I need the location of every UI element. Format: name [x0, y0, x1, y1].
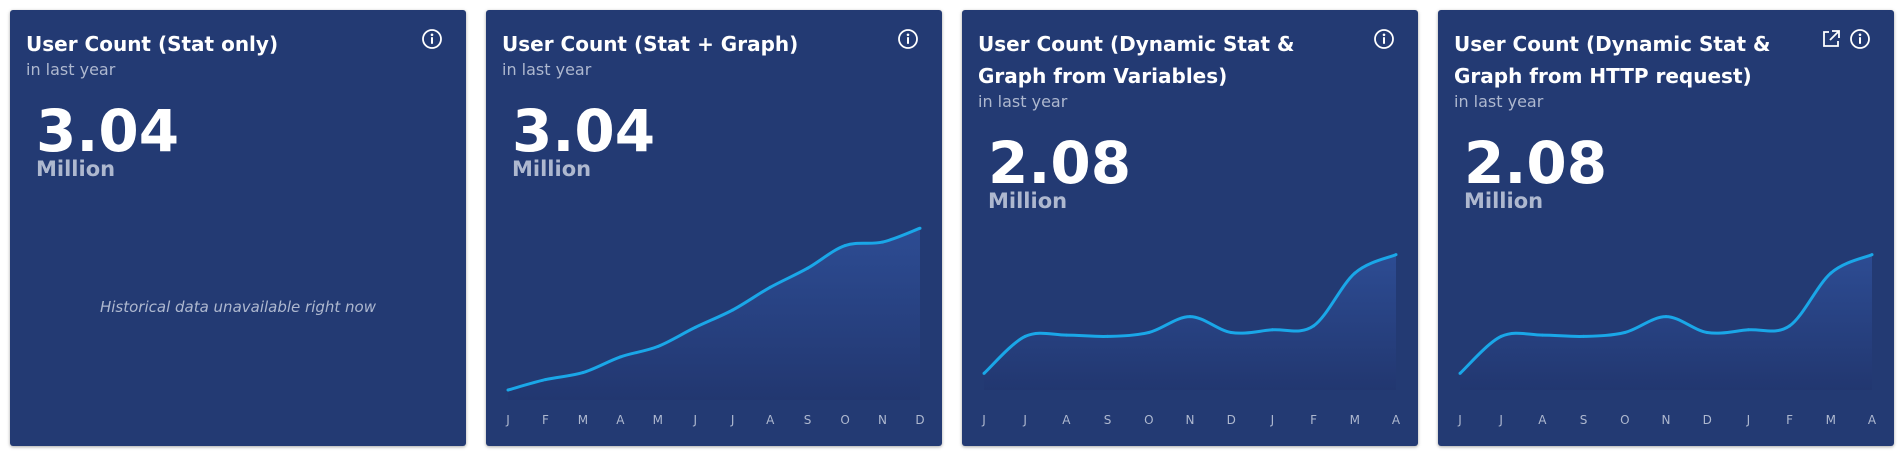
chart-data-point	[1582, 334, 1586, 338]
x-tick-label: A	[1538, 413, 1547, 427]
chart-data-point	[1664, 315, 1668, 319]
chart-data-point	[1540, 333, 1544, 337]
stat-card-stat-only: User Count (Stat only) in last year 3.04…	[10, 10, 466, 446]
info-icon[interactable]	[420, 27, 444, 51]
x-tick-label: A	[1868, 413, 1877, 427]
x-tick-label: O	[840, 413, 849, 427]
x-tick-label: D	[915, 413, 924, 427]
chart-area-fill	[984, 254, 1396, 390]
x-tick-label: A	[1062, 413, 1071, 427]
chart-data-point	[1705, 331, 1709, 334]
x-tick-label: N	[1662, 413, 1671, 427]
x-tick-label: A	[766, 413, 775, 427]
stat-card-dynamic-http: User Count (Dynamic Stat & Graph from HT…	[1438, 10, 1894, 446]
chart-data-point	[544, 378, 547, 382]
chart-data-point	[1188, 315, 1192, 319]
chart-data-point	[843, 244, 847, 248]
x-tick-label: M	[1826, 413, 1836, 427]
chart-data-point	[1870, 253, 1874, 257]
x-tick-label: J	[693, 413, 698, 427]
x-tick-label: S	[804, 413, 812, 427]
chart-data-point	[768, 285, 772, 289]
chart-area-fill	[1460, 254, 1872, 390]
chart-data-point	[881, 240, 884, 244]
chart-data-point	[693, 325, 697, 329]
x-tick-label: S	[1580, 413, 1588, 427]
chart-data-point	[1023, 334, 1027, 338]
stat-value: 3.04	[36, 97, 180, 165]
chart-data-point	[918, 226, 922, 230]
x-tick-label: D	[1703, 413, 1712, 427]
sparkline-chart: JJASONDJFMA	[981, 253, 1401, 427]
sparkline-chart: JFMAMJJASOND	[505, 226, 925, 427]
chart-data-point	[1499, 334, 1503, 338]
x-tick-label: M	[1350, 413, 1360, 427]
chart-data-point	[656, 345, 660, 348]
chart-data-point	[1106, 334, 1110, 338]
stat-unit: Million	[36, 157, 116, 181]
chart-data-point	[1229, 331, 1233, 334]
chart-data-point	[982, 371, 986, 375]
chart-data-point	[1829, 271, 1833, 275]
chart-data-point	[581, 371, 585, 375]
x-tick-label: N	[1186, 413, 1195, 427]
chart-data-point	[1788, 324, 1792, 328]
x-tick-label: J	[1022, 413, 1027, 427]
chart-data-point	[506, 388, 510, 392]
x-tick-label: S	[1104, 413, 1112, 427]
chart-data-point	[1394, 253, 1398, 257]
x-tick-label: J	[1457, 413, 1462, 427]
stat-card-dynamic-variables: User Count (Dynamic Stat & Graph from Va…	[962, 10, 1418, 446]
x-tick-label: D	[1227, 413, 1236, 427]
chart-data-point	[806, 266, 810, 270]
card-subtitle: in last year	[26, 60, 116, 79]
x-tick-label: J	[981, 413, 986, 427]
card-title: User Count (Stat only)	[26, 32, 279, 56]
chart-data-point	[1746, 328, 1750, 332]
sparkline-chart: JJASONDJFMA	[1457, 253, 1877, 427]
x-tick-label: M	[578, 413, 588, 427]
chart-data-point	[731, 308, 735, 312]
x-tick-label: J	[1498, 413, 1503, 427]
x-tick-label: M	[653, 413, 663, 427]
x-tick-label: J	[505, 413, 510, 427]
x-tick-label: J	[730, 413, 735, 427]
x-tick-label: A	[616, 413, 625, 427]
chart-data-point	[1064, 333, 1068, 337]
chart-data-point	[1312, 324, 1316, 328]
x-tick-label: O	[1144, 413, 1153, 427]
chart-data-point	[1458, 371, 1462, 375]
empty-chart-message: Historical data unavailable right now	[99, 298, 377, 316]
x-tick-label: O	[1620, 413, 1629, 427]
chart-data-point	[1147, 331, 1151, 334]
x-tick-label: F	[542, 413, 549, 427]
x-tick-label: A	[1392, 413, 1401, 427]
chart-data-point	[1353, 271, 1357, 275]
chart-data-point	[1270, 328, 1274, 332]
x-tick-label: F	[1786, 413, 1793, 427]
x-tick-label: J	[1270, 413, 1275, 427]
x-tick-label: F	[1310, 413, 1317, 427]
x-tick-label: N	[878, 413, 887, 427]
chart-data-point	[618, 355, 622, 359]
chart-data-point	[1623, 331, 1627, 334]
x-tick-label: J	[1746, 413, 1751, 427]
stat-card-stat-graph: User Count (Stat + Graph) in last year 3…	[486, 10, 942, 446]
